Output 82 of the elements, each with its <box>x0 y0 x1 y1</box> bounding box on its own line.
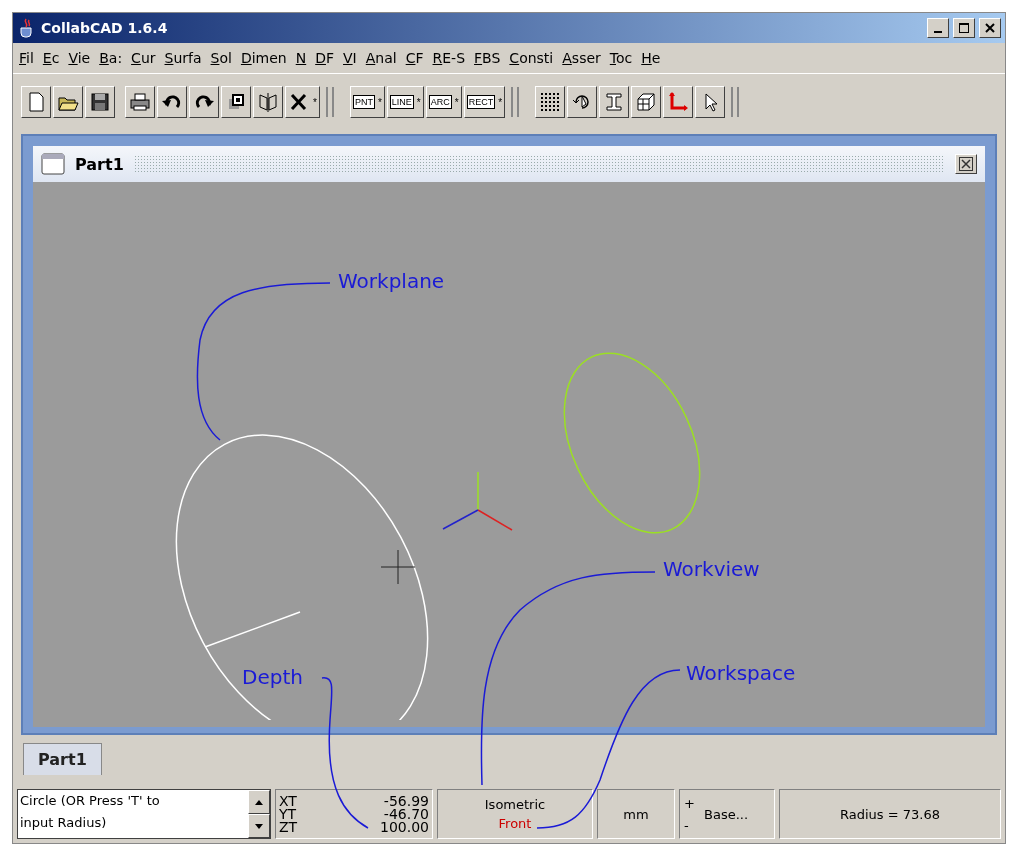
coordinate-value: 100.00 <box>379 820 429 834</box>
tool-button[interactable] <box>253 86 283 118</box>
annotation-label: Depth <box>242 665 303 689</box>
units-label: mm <box>623 806 649 822</box>
menu-item[interactable]: Ec <box>42 50 60 66</box>
menu-item[interactable]: Toc <box>609 50 633 66</box>
coordinate-value: -46.70 <box>382 807 429 821</box>
printer-icon <box>129 91 151 113</box>
menu-item[interactable]: Vie <box>68 50 91 66</box>
menu-item[interactable]: RE-S <box>432 50 466 66</box>
toolbar-grip[interactable] <box>511 87 520 117</box>
menu-item[interactable]: VI <box>343 50 357 66</box>
document-tab[interactable]: Part1 <box>23 743 102 775</box>
close-icon <box>984 22 996 34</box>
tool-button[interactable] <box>567 86 598 118</box>
coordinate-value: -56.99 <box>382 794 429 808</box>
tool-button[interactable]: LINE * <box>386 86 424 118</box>
menu-item[interactable]: Cur <box>131 50 156 66</box>
tool-button[interactable] <box>189 86 219 118</box>
axes-icon <box>667 91 690 113</box>
tool-button[interactable] <box>535 86 566 118</box>
menu-item[interactable]: FBS <box>474 50 501 66</box>
tool-button[interactable] <box>695 86 726 118</box>
menu-item[interactable]: Surfa <box>164 50 202 66</box>
axis-label: XT <box>279 794 298 808</box>
up-arrow-icon <box>255 799 263 805</box>
menu-item[interactable]: Asser <box>562 50 601 66</box>
mirror-icon <box>257 91 279 113</box>
toolbar-grip[interactable] <box>731 87 740 117</box>
annotation-label: Workplane <box>338 269 445 293</box>
tool-button[interactable]: PNT * <box>349 86 385 118</box>
window-icon <box>41 153 65 175</box>
scroll-down-button[interactable] <box>248 814 270 838</box>
prompt-field[interactable]: Circle (OR Press 'T' to input Radius) <box>17 789 271 839</box>
tool-button[interactable] <box>21 86 51 118</box>
minus-label[interactable]: - <box>684 817 698 833</box>
tool-button[interactable] <box>53 86 83 118</box>
annotation-label: Workspace <box>686 661 796 685</box>
menu-item[interactable]: Dimen <box>240 50 287 66</box>
tool-button[interactable]: RECT * <box>463 86 506 118</box>
toolbar-grip[interactable] <box>325 87 334 117</box>
projection-label: Isometric <box>484 797 546 812</box>
scroll-up-button[interactable] <box>248 790 270 814</box>
axis-label: YT <box>279 807 298 821</box>
tool-button[interactable] <box>631 86 662 118</box>
close-button[interactable] <box>955 154 977 174</box>
minimize-icon <box>934 31 942 33</box>
menu-item[interactable]: Consti <box>509 50 554 66</box>
close-icon <box>959 157 973 171</box>
document-title: Part1 <box>75 154 124 174</box>
radius-readout: Radius = 73.68 <box>840 806 940 822</box>
menu-item[interactable]: Anal <box>365 50 397 66</box>
tool-button[interactable] <box>125 86 155 118</box>
cube-icon <box>635 91 658 113</box>
down-arrow-icon <box>255 823 263 829</box>
window-title: CollabCAD 1.6.4 <box>41 20 169 36</box>
minimize-button[interactable] <box>927 18 949 38</box>
crosshair-cursor <box>380 549 416 585</box>
tool-button[interactable] <box>663 86 694 118</box>
tool-button[interactable]: * <box>285 86 320 118</box>
base-label: Base... <box>703 806 750 822</box>
plus-label[interactable]: + <box>684 795 698 811</box>
axis-triad-drawing <box>442 471 513 531</box>
menu-item[interactable]: Ba: <box>99 50 123 66</box>
orientation-label: Front <box>498 816 532 831</box>
grid-icon <box>539 91 562 113</box>
tool-button[interactable] <box>599 86 630 118</box>
tool-button[interactable]: ARC * <box>425 86 462 118</box>
menu-item[interactable]: He <box>641 50 661 66</box>
menu-item[interactable]: N <box>295 50 307 66</box>
tool-button[interactable] <box>221 86 251 118</box>
menu-item[interactable]: DF <box>315 50 335 66</box>
close-button[interactable] <box>979 18 1001 38</box>
tool-button[interactable] <box>85 86 115 118</box>
maximize-button[interactable] <box>953 18 975 38</box>
menu-item[interactable]: Fil <box>19 50 34 66</box>
tool-button[interactable] <box>157 86 187 118</box>
axis-label: ZT <box>279 820 298 834</box>
menu-item[interactable]: Sol <box>210 50 232 66</box>
annotation-label: Workview <box>663 557 760 581</box>
maximize-icon <box>958 22 970 34</box>
menu-item[interactable]: CF <box>405 50 424 66</box>
